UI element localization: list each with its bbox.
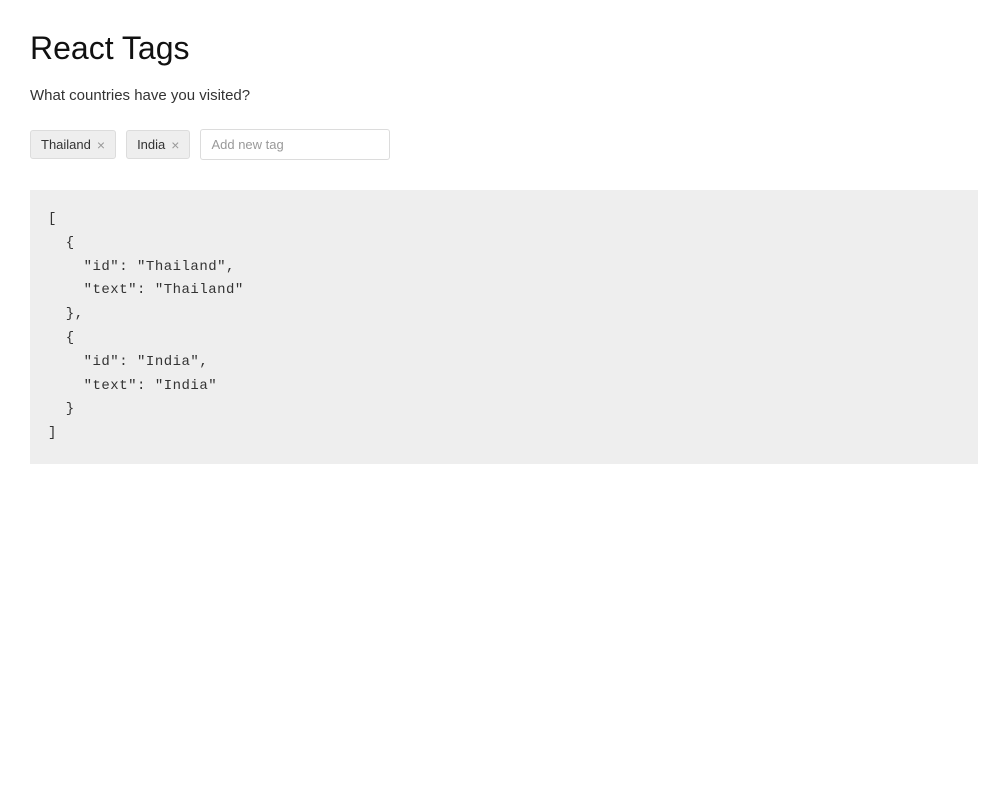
page-title: React Tags (30, 30, 978, 67)
tags-container: Thailand × India × (30, 129, 978, 160)
tag-label: Thailand (41, 137, 91, 152)
close-icon[interactable]: × (97, 138, 105, 152)
code-output: [ { "id": "Thailand", "text": "Thailand"… (30, 190, 978, 464)
question-text: What countries have you visited? (30, 87, 978, 104)
tag-thailand[interactable]: Thailand × (30, 130, 116, 159)
close-icon[interactable]: × (171, 138, 179, 152)
tag-input[interactable] (200, 129, 390, 160)
tag-india[interactable]: India × (126, 130, 190, 159)
tag-label: India (137, 137, 165, 152)
